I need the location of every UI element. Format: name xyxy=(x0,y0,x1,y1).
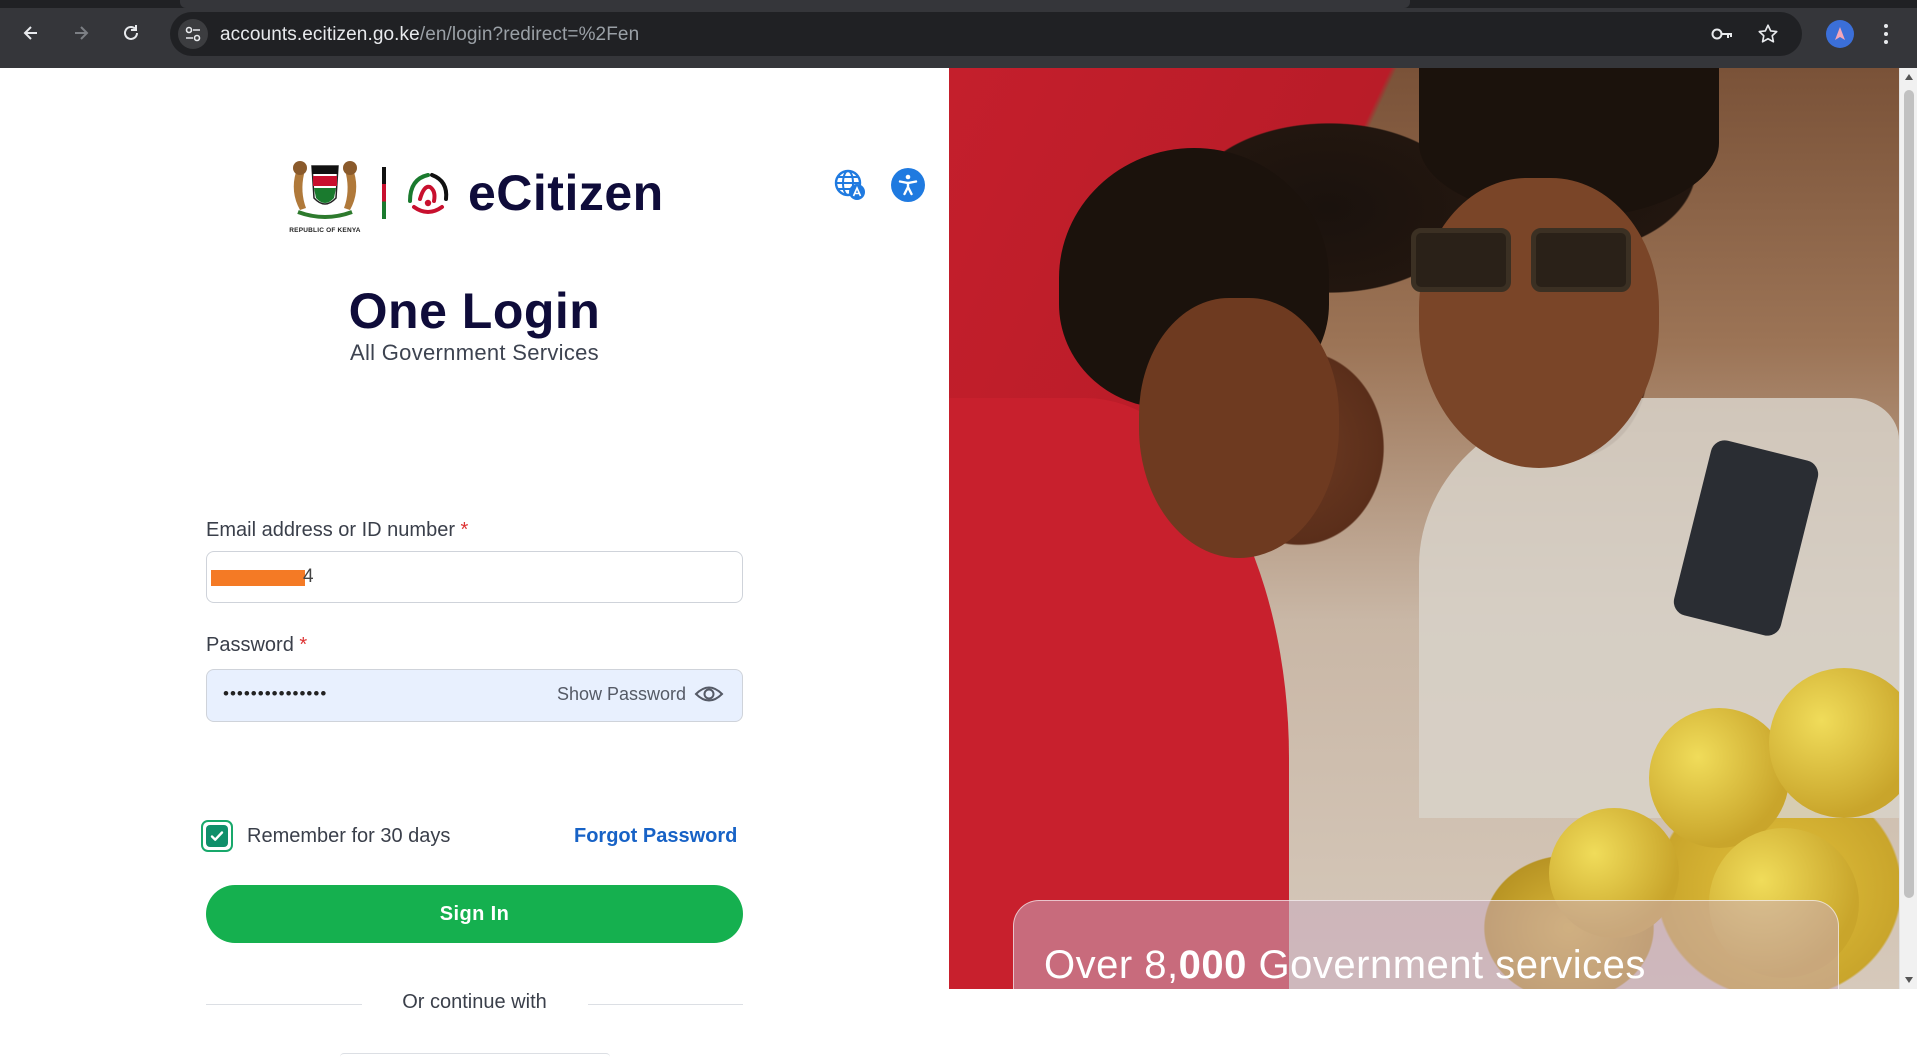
url-path: /en/login?redirect=%2Fen xyxy=(419,24,640,45)
browser-toolbar: accounts.ecitizen.go.ke/en/login?redirec… xyxy=(0,0,1917,68)
flag-divider xyxy=(382,167,386,219)
email-field[interactable]: 4 xyxy=(206,551,743,603)
social-login-button[interactable] xyxy=(340,1053,610,1057)
brand-name: eCitizen xyxy=(468,165,664,221)
coat-caption: REPUBLIC OF KENYA xyxy=(289,227,361,234)
language-icon xyxy=(834,169,865,200)
ecitizen-logo-icon xyxy=(408,173,449,214)
menu-button[interactable] xyxy=(1876,20,1896,48)
password-label-text: Password xyxy=(206,634,294,656)
photo-face-right xyxy=(1419,178,1659,468)
url-host: accounts.ecitizen.go.ke xyxy=(220,24,420,45)
show-password-button[interactable]: Show Password xyxy=(557,683,724,705)
photo-face-left xyxy=(1139,298,1339,558)
back-button[interactable] xyxy=(16,18,46,48)
profile-icon xyxy=(1835,27,1845,40)
or-continue-label: Or continue with xyxy=(402,991,547,1013)
remember-checkbox[interactable] xyxy=(201,820,233,852)
tab-strip xyxy=(0,0,1917,8)
promo-banner: Over 8,000 Government services xyxy=(1013,900,1839,989)
active-tab[interactable] xyxy=(180,0,1410,8)
bookmark-button[interactable] xyxy=(1756,22,1780,46)
email-label-text: Email address or ID number xyxy=(206,519,455,541)
forward-icon xyxy=(75,26,89,40)
back-icon xyxy=(23,26,37,40)
site-info-icon xyxy=(185,26,201,42)
login-panel: REPUBLIC OF KENYA eCitizen One Login All… xyxy=(0,68,949,1054)
bookmark-star-icon xyxy=(1758,24,1778,43)
required-marker: * xyxy=(460,519,469,541)
checkmark-icon xyxy=(210,831,224,841)
profile-button[interactable] xyxy=(1826,20,1854,48)
brand-header[interactable]: REPUBLIC OF KENYA eCitizen xyxy=(286,152,664,234)
reload-icon xyxy=(124,25,138,40)
menu-icon xyxy=(1884,24,1888,28)
eye-icon xyxy=(694,686,724,702)
accessibility-icon xyxy=(898,174,918,196)
page-subtitle: All Government Services xyxy=(350,340,599,365)
show-password-label: Show Password xyxy=(556,683,686,704)
required-marker: * xyxy=(299,634,308,656)
scroll-down-icon[interactable] xyxy=(1905,977,1913,983)
divider-right xyxy=(588,1004,743,1005)
promo-image: Over 8,000 Government services xyxy=(949,68,1899,989)
email-value: 4 xyxy=(303,566,314,587)
page-scrollbar[interactable] xyxy=(1899,68,1917,989)
password-label: Password * xyxy=(206,634,307,657)
password-value: ••••••••••••••• xyxy=(223,684,328,703)
url-text[interactable]: accounts.ecitizen.go.ke/en/login?redirec… xyxy=(220,24,639,46)
promo-banner-text: Over 8,000 Government services xyxy=(1044,943,1646,987)
remember-me[interactable]: Remember for 30 days xyxy=(201,820,450,852)
site-info-button[interactable] xyxy=(178,19,208,49)
page-title: One Login xyxy=(348,283,601,339)
email-label: Email address or ID number * xyxy=(206,519,468,542)
address-bar[interactable]: accounts.ecitizen.go.ke/en/login?redirec… xyxy=(170,12,1802,56)
redacted-value xyxy=(211,570,305,586)
scroll-up-icon[interactable] xyxy=(1905,74,1913,80)
photo-sunglasses xyxy=(1411,228,1641,298)
photo-fruit xyxy=(1649,708,1789,848)
remember-label: Remember for 30 days xyxy=(247,824,451,847)
scrollbar-thumb[interactable] xyxy=(1904,90,1914,898)
reload-button[interactable] xyxy=(116,18,146,48)
language-button[interactable] xyxy=(833,168,867,202)
sign-in-button[interactable]: Sign In xyxy=(206,885,743,943)
password-key-button[interactable] xyxy=(1710,22,1734,46)
forward-button[interactable] xyxy=(66,18,96,48)
password-key-icon xyxy=(1711,28,1732,40)
password-field[interactable]: ••••••••••••••• Show Password xyxy=(206,669,743,722)
forgot-password-link[interactable]: Forgot Password xyxy=(574,825,737,848)
accessibility-button[interactable] xyxy=(891,168,925,202)
coat-of-arms-icon: REPUBLIC OF KENYA xyxy=(286,152,364,234)
